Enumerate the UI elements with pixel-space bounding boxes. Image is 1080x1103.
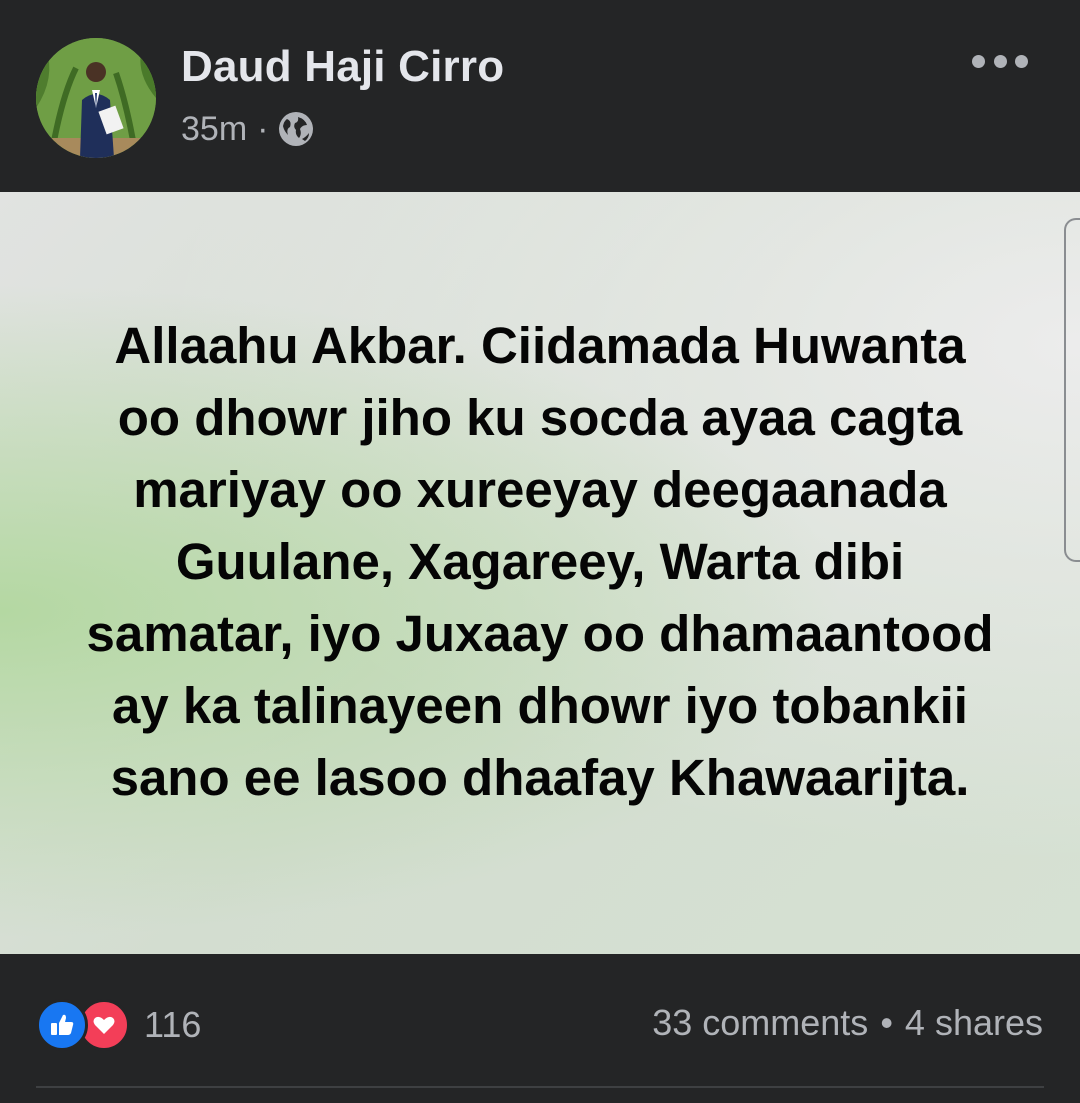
post-stats: 33 comments • 4 shares xyxy=(652,1002,1043,1044)
stats-bullet: • xyxy=(880,1002,893,1043)
post-time[interactable]: 35m xyxy=(181,110,247,149)
post-card: Daud Haji Cirro 35m · Allaahu Akbar. Cii… xyxy=(0,0,1080,1103)
post-meta: 35m · xyxy=(181,108,314,150)
post-background: Allaahu Akbar. Ciidamada Huwanta oo dhow… xyxy=(0,192,1080,954)
post-header: Daud Haji Cirro 35m · xyxy=(0,0,1080,192)
author-avatar[interactable] xyxy=(36,38,156,158)
meta-separator: · xyxy=(257,109,269,148)
like-icon xyxy=(36,999,88,1051)
post-footer: 116 33 comments • 4 shares xyxy=(0,954,1080,1103)
side-scroll-handle[interactable] xyxy=(1064,218,1080,562)
comments-count[interactable]: 33 comments xyxy=(652,1002,868,1044)
shares-count[interactable]: 4 shares xyxy=(905,1002,1043,1044)
post-text: Allaahu Akbar. Ciidamada Huwanta oo dhow… xyxy=(86,317,994,806)
author-name[interactable]: Daud Haji Cirro xyxy=(181,42,504,92)
more-options-icon[interactable] xyxy=(972,48,1028,74)
reactions-summary[interactable]: 116 xyxy=(36,999,201,1051)
globe-icon[interactable] xyxy=(278,111,314,147)
avatar-photo xyxy=(36,38,156,158)
reaction-count: 116 xyxy=(144,1004,202,1045)
footer-divider xyxy=(36,1086,1044,1088)
